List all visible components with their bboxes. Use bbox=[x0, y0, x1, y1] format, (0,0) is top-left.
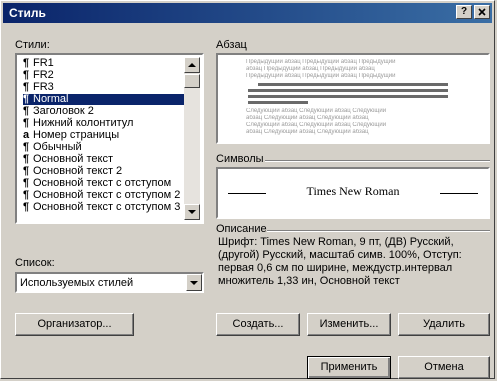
close-icon bbox=[478, 8, 486, 16]
style-list-item[interactable]: ¶ FR1 bbox=[23, 58, 186, 69]
apply-button[interactable]: Применить bbox=[307, 356, 391, 379]
paragraph-style-icon: ¶ bbox=[23, 93, 30, 105]
style-list-item[interactable]: ¶ Нижний колонтитул bbox=[23, 118, 186, 129]
style-list-item-label: Номер страницы bbox=[33, 129, 120, 141]
preview-current-line bbox=[248, 95, 448, 98]
paragraph-style-icon: ¶ bbox=[23, 189, 30, 201]
style-list-item[interactable]: ¶ Основной текст bbox=[23, 154, 186, 165]
chevron-down-icon bbox=[190, 281, 198, 285]
font-preview-text: Times New Roman bbox=[306, 184, 400, 198]
scroll-thumb[interactable] bbox=[184, 74, 200, 88]
styles-scrollbar[interactable] bbox=[184, 57, 200, 220]
style-list-item-label: Основной текст с отступом bbox=[33, 177, 172, 189]
style-list-item[interactable]: ¶ Основной текст с отступом bbox=[23, 178, 186, 189]
paragraph-style-icon: ¶ bbox=[23, 81, 30, 93]
styles-listbox[interactable]: ¶ FR1 ¶ FR2 ¶ FR3 ¶ Normal ¶ Заголовок 2 ¶ Нижний к… bbox=[15, 53, 204, 224]
description-divider bbox=[267, 230, 490, 232]
scroll-up-button[interactable] bbox=[184, 57, 200, 73]
style-list-item-label: Основной текст с отступом 3 bbox=[33, 201, 181, 213]
preview-current-line bbox=[258, 83, 448, 86]
modify-button[interactable]: Изменить... bbox=[307, 313, 391, 336]
description-label: Описание bbox=[216, 223, 267, 235]
style-list-item[interactable]: ¶ FR3 bbox=[23, 82, 186, 93]
style-list-item[interactable]: ¶ Основной текст с отступом 3 bbox=[23, 202, 186, 213]
organizer-button[interactable]: Организатор... bbox=[15, 313, 134, 336]
scroll-down-button[interactable] bbox=[184, 204, 200, 220]
list-combobox[interactable]: Используемых стилей bbox=[15, 272, 204, 293]
style-list-item-label: Обычный bbox=[33, 141, 82, 153]
style-list-item-label: Нижний колонтитул bbox=[33, 117, 134, 129]
help-button[interactable]: ? bbox=[456, 5, 472, 19]
style-list-item[interactable]: ¶ Основной текст с отступом 2 bbox=[23, 190, 186, 201]
arrow-down-icon bbox=[188, 210, 196, 214]
paragraph-style-icon: ¶ bbox=[23, 57, 30, 69]
preview-next-line: Следующий абзац Следующий абзац Следующи… bbox=[246, 122, 387, 128]
paragraph-preview: Предыдущий абзац Предыдущий абзац Предыд… bbox=[216, 53, 490, 144]
close-button[interactable] bbox=[474, 5, 490, 19]
style-list-item[interactable]: ¶ Normal bbox=[23, 94, 186, 105]
paragraph-style-icon: ¶ bbox=[23, 201, 30, 213]
arrow-up-icon bbox=[188, 63, 196, 67]
style-list-item[interactable]: ¶ FR2 bbox=[23, 70, 186, 81]
preview-current-line bbox=[248, 101, 308, 104]
preview-current-line bbox=[248, 89, 448, 92]
create-button[interactable]: Создать... bbox=[216, 313, 300, 336]
style-list-item[interactable]: ¶ Заголовок 2 bbox=[23, 106, 186, 117]
preview-next-line: абзац Следующий абзац Следующий абзац bbox=[246, 129, 369, 135]
paragraph-style-icon: ¶ bbox=[23, 153, 30, 165]
paragraph-style-icon: ¶ bbox=[23, 69, 30, 81]
paragraph-style-icon: ¶ bbox=[23, 177, 30, 189]
style-list-item-label: Основной текст bbox=[33, 153, 113, 165]
symbols-preview: Times New Roman bbox=[216, 167, 490, 219]
symbols-divider bbox=[265, 160, 490, 162]
preview-next-line: абзац Следующий абзац Следующий абзац bbox=[246, 115, 369, 121]
style-list-item[interactable]: a Номер страницы bbox=[23, 130, 186, 141]
list-dropdown-button[interactable] bbox=[186, 274, 202, 291]
character-style-icon: a bbox=[23, 129, 30, 141]
cancel-button[interactable]: Отмена bbox=[398, 356, 490, 379]
paragraph-style-icon: ¶ bbox=[23, 165, 30, 177]
style-list-item-label: Основной текст с отступом 2 bbox=[33, 189, 181, 201]
style-list-item-label: Основной текст 2 bbox=[33, 165, 123, 177]
style-list-item-label: FR1 bbox=[33, 57, 54, 69]
style-list-item[interactable]: ¶ Основной текст 2 bbox=[23, 166, 186, 177]
preview-prev-line: абзац Предыдущий абзац Предыдущий абзац bbox=[246, 66, 375, 72]
style-list-item[interactable]: ¶ Обычный bbox=[23, 142, 186, 153]
style-list-item-label: FR2 bbox=[33, 69, 54, 81]
paragraph-style-icon: ¶ bbox=[23, 141, 30, 153]
paragraph-style-icon: ¶ bbox=[23, 105, 30, 117]
style-list-item-label: Заголовок 2 bbox=[33, 105, 94, 117]
list-label: Список: bbox=[15, 257, 55, 269]
style-dialog: Стиль ? Стили: ¶ FR1 ¶ FR2 ¶ FR3 ¶ Normal ¶ Загол… bbox=[0, 0, 495, 379]
preview-prev-line: Предыдущий абзац Предыдущий абзац Предыд… bbox=[246, 59, 396, 65]
preview-prev-line: Предыдущий абзац Предыдущий абзац Предыд… bbox=[246, 73, 396, 79]
preview-rule-right bbox=[440, 193, 478, 194]
style-list-item-label: FR3 bbox=[33, 81, 54, 93]
symbols-label: Символы bbox=[216, 153, 264, 165]
description-text: Шрифт: Times New Roman, 9 пт, (ДВ) Русск… bbox=[218, 236, 462, 287]
paragraph-label: Абзац bbox=[216, 39, 247, 51]
delete-button[interactable]: Удалить bbox=[398, 313, 490, 336]
title-bar: Стиль ? bbox=[3, 3, 492, 23]
paragraph-style-icon: ¶ bbox=[23, 117, 30, 129]
styles-label: Стили: bbox=[15, 39, 50, 51]
style-list-item-label: Normal bbox=[33, 93, 69, 105]
list-value: Используемых стилей bbox=[20, 277, 134, 289]
preview-next-line: Следующий абзац Следующий абзац Следующи… bbox=[246, 108, 387, 114]
dialog-title: Стиль bbox=[9, 6, 46, 20]
